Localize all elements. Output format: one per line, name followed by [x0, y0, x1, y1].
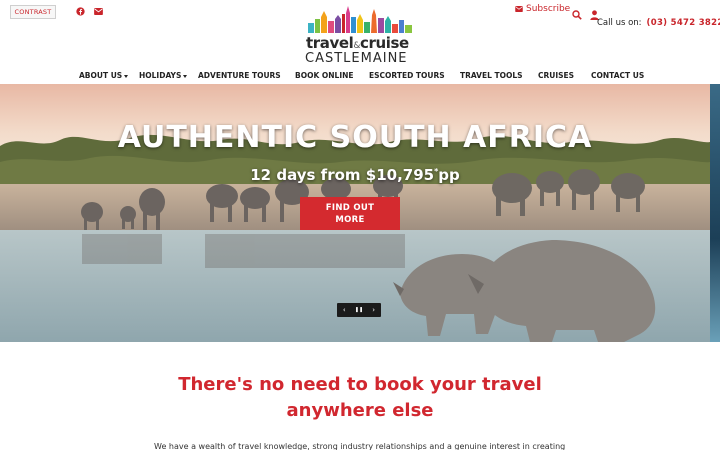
nav-holidays[interactable]: HOLIDAYS — [139, 71, 188, 80]
next-slide-peek — [710, 84, 720, 342]
envelope-icon[interactable] — [93, 6, 103, 16]
next-slide-icon[interactable]: › — [368, 304, 380, 316]
main-nav: ABOUT US HOLIDAYS ADVENTURE TOURS BOOK O… — [0, 71, 720, 83]
call-label: Call us on: — [597, 18, 642, 28]
intro-heading-line1: There's no need to book your travel — [178, 374, 542, 395]
phone-link[interactable]: (03) 5472 3822 — [647, 18, 720, 28]
nav-about-us[interactable]: ABOUT US — [79, 71, 129, 80]
envelope-icon — [515, 6, 523, 12]
hero-subtitle: 12 days from $10,795*pp — [0, 166, 710, 184]
cta-line1: FIND OUT — [325, 203, 375, 213]
nav-travel-tools[interactable]: TRAVEL TOOLS — [460, 71, 523, 80]
pause-icon[interactable]: ❚❚ — [353, 304, 365, 316]
facebook-icon[interactable] — [75, 6, 85, 16]
cta-line2: MORE — [335, 215, 365, 225]
nav-label: CONTACT US — [591, 71, 645, 80]
nav-label: HOLIDAYS — [139, 71, 182, 80]
nav-adventure-tours[interactable]: ADVENTURE TOURS — [198, 71, 281, 80]
search-icon[interactable] — [572, 5, 582, 20]
nav-cruises[interactable]: CRUISES — [538, 71, 574, 80]
intro-paragraph: We have a wealth of travel knowledge, st… — [154, 442, 566, 450]
caret-down-icon — [183, 74, 188, 78]
find-out-more-button[interactable]: FIND OUT MORE — [300, 197, 400, 230]
carousel-controls: ‹ ❚❚ › — [337, 303, 381, 317]
nav-label: ABOUT US — [79, 71, 123, 80]
logo-wordmark: travel&cruise — [306, 34, 409, 52]
nav-escorted-tours[interactable]: ESCORTED TOURS — [369, 71, 445, 80]
logo-location: CASTLEMAINE — [305, 51, 408, 66]
nav-label: ESCORTED TOURS — [369, 71, 445, 80]
nav-label: TRAVEL TOOLS — [460, 71, 523, 80]
contrast-button[interactable]: CONTRAST — [10, 5, 56, 19]
subscribe-label: Subscribe — [526, 4, 571, 14]
subscribe-link[interactable]: Subscribe — [515, 4, 570, 14]
nav-contact-us[interactable]: CONTACT US — [591, 71, 644, 80]
hero-carousel: AUTHENTIC SOUTH AFRICA 12 days from $10,… — [0, 84, 710, 342]
call-us: Call us on: (03) 5472 3822 — [597, 18, 720, 28]
hero-price-suffix: pp — [438, 166, 460, 184]
intro-heading-line2: anywhere else — [286, 400, 434, 421]
logo-text-cruise: cruise — [360, 34, 409, 52]
nav-label: CRUISES — [538, 71, 575, 80]
user-icon[interactable] — [590, 5, 600, 20]
intro-heading: There's no need to book your travel anyw… — [150, 372, 570, 424]
hero-title: AUTHENTIC SOUTH AFRICA — [117, 120, 593, 155]
logo-text-travel: travel — [306, 34, 354, 52]
hero-price: 12 days from $10,795 — [250, 166, 435, 184]
caret-down-icon — [124, 74, 129, 78]
site-logo[interactable]: travel&cruise CASTLEMAINE — [304, 5, 416, 66]
nav-label: BOOK ONLINE — [295, 71, 354, 80]
nav-book-online[interactable]: BOOK ONLINE — [295, 71, 354, 80]
skyline-logo-graphic — [308, 6, 412, 33]
prev-slide-icon[interactable]: ‹ — [338, 304, 350, 316]
nav-label: ADVENTURE TOURS — [198, 71, 281, 80]
site-header: CONTRAST Subscribe Call us on: (03) 5472 … — [0, 0, 720, 84]
